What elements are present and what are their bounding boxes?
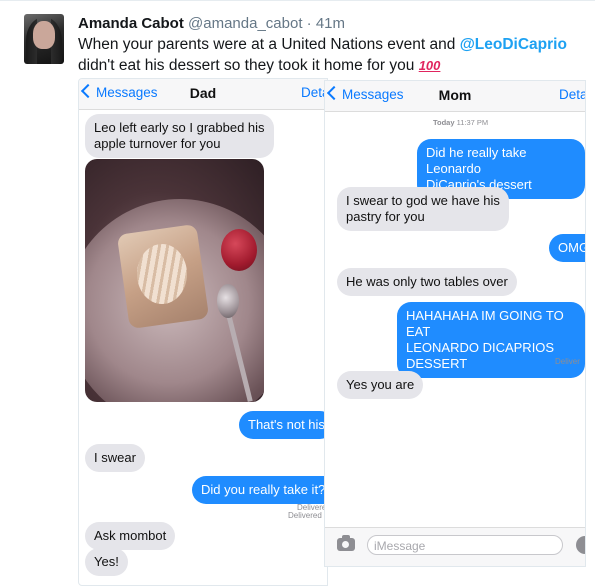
message-outgoing: HAHAHAHA IM GOING TO EAT LEONARDO DICAPR… [397,302,585,378]
hundred-points-emoji: 100 [418,58,441,73]
message-incoming: I swear to god we have his pastry for yo… [337,187,509,231]
message-input-bar: iMessage [325,527,585,566]
avatar-face [33,21,55,49]
mom-title: Mom [438,87,472,103]
avatar[interactable] [24,14,64,64]
mom-details-button[interactable]: Deta [559,87,585,102]
timestamp-day: Today [433,118,455,127]
delivered-label: Deliver [555,357,580,366]
divider [0,0,595,1]
author-handle[interactable]: @amanda_cabot [188,15,302,32]
delivered-label: Delivered [288,511,322,520]
message-incoming: I swear [85,444,145,472]
tweet-text-part1: When your parents were at a United Natio… [78,36,460,53]
spoon [217,284,239,318]
apple-slices [137,244,187,304]
separator: · [306,15,312,32]
message-incoming: Yes! [85,548,128,576]
tweet-text-part2: didn't eat his dessert so they took it h… [78,57,419,74]
message-incoming: Leo left early so I grabbed his apple tu… [85,114,274,158]
tweet-text: When your parents were at a United Natio… [78,34,578,76]
author-name[interactable]: Amanda Cabot [78,15,184,32]
raspberry [221,229,257,271]
timestamp: Today 11:37 PM [433,118,488,127]
dessert-photo[interactable] [85,159,264,402]
message-incoming: Ask mombot [85,522,176,550]
message-outgoing: That's not his [239,411,327,439]
dad-navbar: Messages Dad Deta [79,79,327,110]
message-input[interactable]: iMessage [367,535,563,555]
mom-chat-screenshot[interactable]: Messages Mom Deta Today 11:37 PM Did he … [324,80,586,567]
tweet-time[interactable]: 41m [316,15,345,32]
mention-link[interactable]: @LeoDiCaprio [460,36,567,53]
message-incoming: He was only two tables over [337,268,517,296]
message-outgoing: Did you really take it?? [192,476,327,504]
timestamp-time: 11:37 PM [456,118,489,127]
dad-title: Dad [189,85,217,101]
message-outgoing: OMG [549,234,585,262]
message-incoming: Yes you are [337,371,424,399]
dad-chat-screenshot[interactable]: Messages Dad Deta Leo left early so I gr… [78,78,328,586]
mic-icon[interactable] [576,536,585,554]
camera-icon[interactable] [337,535,355,551]
mom-navbar: Messages Mom Deta [325,81,585,112]
tweet-header: Amanda Cabot @amanda_cabot · 41m [78,15,345,32]
